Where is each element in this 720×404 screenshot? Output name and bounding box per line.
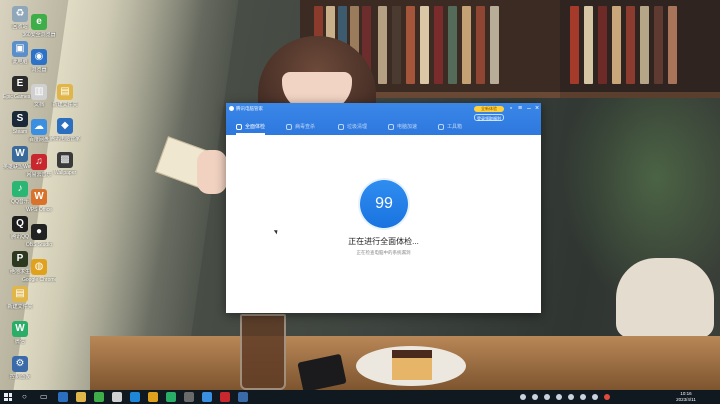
pc-manager-tray-icon[interactable] [604, 394, 610, 400]
pc-manager-window: 腾讯电脑管家 全新体验 登录领取福利 ▫ ≡ – × 全面体检 病毒查杀 垃圾清… [226, 103, 541, 313]
desktop-icon-office[interactable]: W WPS Office [22, 189, 56, 213]
desktop-icon-label: 微信 [14, 339, 25, 345]
taskbar-app-icon[interactable] [202, 392, 212, 402]
wallpaper-cake [392, 350, 432, 380]
tray-icon[interactable] [568, 394, 574, 400]
wallpaper-cat [616, 258, 714, 338]
desktop-icon-label: 新建文件夹 [52, 102, 78, 108]
folder-icon: ▤ [12, 286, 28, 302]
promo-badge[interactable]: 全新体验 [474, 106, 504, 112]
desktop-icon-label: 360安全浏览器 [22, 32, 56, 38]
taskbar-app-icon[interactable] [220, 392, 230, 402]
desktop-icon-label: OBS Studio [25, 242, 53, 248]
desktop-icon-label: 控制面板 [9, 374, 30, 380]
taskbar-clock[interactable]: 10:16 2023/4/11 [666, 391, 706, 403]
skin-icon[interactable]: ▫ [507, 105, 515, 112]
office-icon: W [31, 189, 47, 205]
desktop-icon-browser[interactable]: ◉ 浏览器 [22, 49, 56, 73]
window-title: 腾讯电脑管家 [236, 106, 263, 111]
checkup-icon [236, 123, 242, 130]
health-score: 99 [360, 180, 408, 228]
login-button[interactable]: 登录领取福利 [474, 114, 504, 121]
tab-junk-clean[interactable]: 垃圾清理 [338, 122, 367, 132]
menu-icon[interactable]: ≡ [516, 105, 524, 112]
video-icon: ● [31, 224, 47, 240]
wallpaper-bookshelf-right [560, 0, 720, 98]
taskbar-app-icon[interactable] [112, 392, 122, 402]
system-tray [520, 392, 640, 402]
folder2-icon: ▤ [57, 84, 73, 100]
chrome-icon: ◍ [31, 259, 47, 275]
health-score-dial: 99 [358, 178, 410, 230]
tab-speed-up[interactable]: 电脑加速 [388, 122, 417, 132]
desktop-icon-label: 浏览器 [31, 67, 47, 73]
app-logo-icon [229, 106, 234, 111]
netease-icon: ♫ [31, 154, 47, 170]
desktop-icon-label: WPS Office [26, 207, 52, 213]
desktop-icon-video[interactable]: ● OBS Studio [22, 224, 56, 248]
taskbar-app-icon[interactable] [58, 392, 68, 402]
desktop-icon-tool[interactable]: ◆ 腾讯电脑管家 [48, 118, 82, 142]
wechat-icon: W [12, 321, 28, 337]
game-b-icon: ▩ [57, 152, 73, 168]
taskbar-app-icon[interactable] [148, 392, 158, 402]
network-icon[interactable] [592, 394, 598, 400]
minimize-icon[interactable]: – [525, 105, 533, 112]
desktop-icon-chrome[interactable]: ◍ Google Chrome [22, 259, 56, 283]
desktop-icon-wechat[interactable]: W 微信 [3, 321, 37, 345]
tray-icon[interactable] [520, 394, 526, 400]
windows-start-icon[interactable] [4, 393, 12, 401]
wallpaper-cup [240, 314, 286, 390]
desktop-icon-area: ♻回收站▣此电脑EEpic Games LauncherSSteamW英雄联盟W… [0, 0, 80, 390]
shield-icon [286, 123, 292, 130]
tray-icon[interactable] [544, 394, 550, 400]
taskbar-app-icon[interactable] [238, 392, 248, 402]
doc-icon: ▥ [31, 84, 47, 100]
tray-icon[interactable] [532, 394, 538, 400]
desktop-icon-label: Google Chrome [22, 277, 56, 283]
desktop-icon-game-b[interactable]: ▩ Wallpaper [48, 152, 82, 176]
desktop-icon-label: Wallpaper [53, 170, 77, 176]
desktop-icon-label: 腾讯电脑管家 [49, 136, 80, 142]
desktop-icon-net-tool[interactable]: e 360安全浏览器 [22, 14, 56, 38]
taskbar-app-icon[interactable] [166, 392, 176, 402]
tab-full-checkup[interactable]: 全面体检 [236, 122, 266, 135]
desktop-icon-folder[interactable]: ▤ 新建文件夹 [3, 286, 37, 310]
scan-detail-text: 正在检查电脑中的系统漏洞 [356, 250, 411, 255]
browser-icon: ◉ [31, 49, 47, 65]
search-icon[interactable]: ○ [22, 392, 27, 402]
wallpaper-hand [197, 150, 227, 194]
settings-icon: ⚙ [12, 356, 28, 372]
task-view-icon[interactable]: ▭ [40, 392, 48, 402]
tab-virus-scan[interactable]: 病毒查杀 [286, 122, 315, 132]
taskbar-app-icon[interactable] [94, 392, 104, 402]
taskbar-app-icon[interactable] [130, 392, 140, 402]
volume-icon[interactable] [580, 394, 586, 400]
desktop-icon-settings[interactable]: ⚙ 控制面板 [3, 356, 37, 380]
cloud-icon: ☁ [31, 119, 47, 135]
rocket-icon [388, 123, 394, 130]
scan-status-text: 正在进行全面体检... [348, 237, 419, 246]
close-icon[interactable]: × [533, 105, 541, 112]
taskbar: ○ ▭ 10:16 2023/4/11 [0, 390, 720, 404]
tab-toolbox[interactable]: 工具箱 [438, 122, 462, 132]
desktop-icon-folder2[interactable]: ▤ 新建文件夹 [48, 84, 82, 108]
broom-icon [338, 123, 344, 130]
desktop-icon-label: 新建文件夹 [7, 304, 33, 310]
toolbox-icon [438, 123, 444, 130]
main-tab-bar: 全面体检 病毒查杀 垃圾清理 电脑加速 工具箱 [226, 118, 466, 135]
clock-date: 2023/4/11 [676, 397, 696, 402]
taskbar-app-icon[interactable] [184, 392, 194, 402]
taskbar-app-icon[interactable] [76, 392, 86, 402]
tray-icon[interactable] [556, 394, 562, 400]
tool-icon: ◆ [57, 118, 73, 134]
window-titlebar[interactable]: 腾讯电脑管家 全新体验 登录领取福利 ▫ ≡ – × 全面体检 病毒查杀 垃圾清… [226, 103, 541, 135]
net-tool-icon: e [31, 14, 47, 30]
